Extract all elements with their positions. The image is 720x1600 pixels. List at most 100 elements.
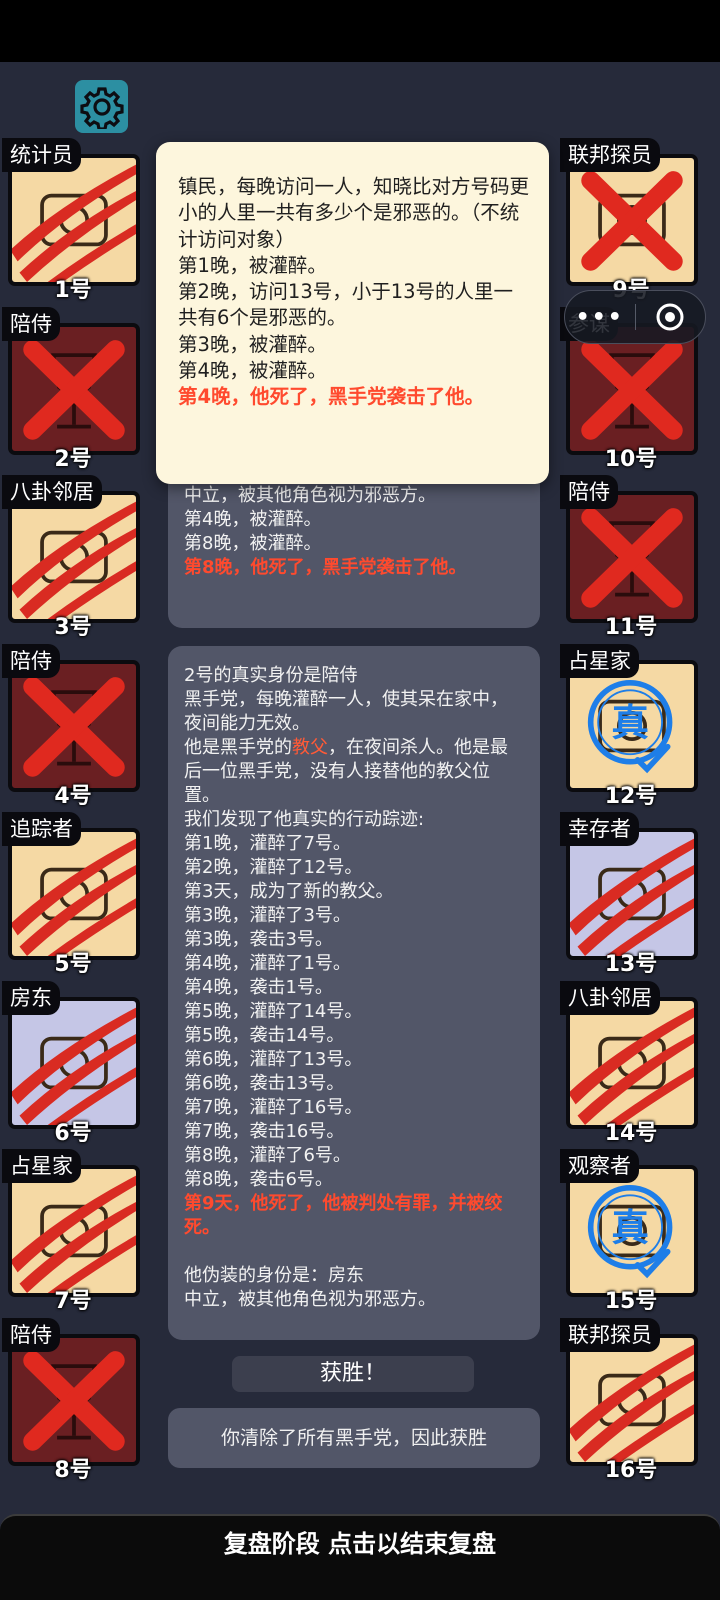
popup-line: 第1晚，被灌醉。 [178, 253, 327, 277]
slash-marks [12, 1175, 136, 1293]
status-bar [0, 0, 720, 62]
action-item: 第7晚，灌醉了16号。 [184, 1097, 363, 1118]
svg-text:真: 真 [611, 1205, 649, 1249]
end-review-button[interactable]: 复盘阶段 点击以结束复盘 [0, 1514, 720, 1600]
cross-mark [581, 508, 683, 608]
victory-button[interactable]: 获胜！ [232, 1356, 474, 1392]
disguise-desc-text: 中立，被其他角色视为邪恶方。 [184, 1289, 436, 1310]
player-role-label: 房东 [2, 981, 60, 1015]
popup-line: 第4晚，被灌醉。 [178, 359, 327, 383]
action-item: 第5晚，袭击14号。 [184, 1025, 345, 1046]
action-item: 第3晚，袭击3号。 [184, 929, 333, 950]
svg-text:真: 真 [611, 700, 649, 744]
slash-marks [570, 838, 694, 956]
player-number: 16号 [604, 1458, 658, 1483]
player-portrait [566, 491, 698, 623]
player-card[interactable]: 陪侍 11号 [560, 475, 702, 641]
slash-marks [12, 164, 136, 282]
player-number: 7号 [54, 1289, 92, 1314]
action-list: 第1晚，灌醉了7号。 第2晚，灌醉了12号。第3天，成为了新的教父。 第3晚，灌醉了… [184, 832, 524, 1192]
action-item: 第5晚，灌醉了14号。 [184, 1001, 363, 1022]
found-trace-text: 我们发现了他真实的行动踪迹: [184, 809, 425, 830]
player-role-label: 陪侍 [2, 1318, 60, 1352]
slash-marks [570, 1007, 694, 1125]
action-item: 第6晚，灌醉了13号。 [184, 1049, 363, 1070]
player-role-label: 陪侍 [2, 644, 60, 678]
player-number: 11号 [604, 615, 658, 640]
player-card[interactable]: 房东 6号 [2, 981, 144, 1147]
player-card[interactable]: 八卦邻居 14号 [560, 981, 702, 1147]
player-number: 6号 [54, 1121, 92, 1146]
death-text: 第9天，他死了，他被判处有罪，并被绞死。 [184, 1193, 503, 1238]
gear-icon [79, 86, 124, 129]
player-portrait [566, 1334, 698, 1466]
player-card[interactable]: 联邦探员 16号 [560, 1318, 702, 1484]
player-number: 5号 [54, 952, 92, 977]
victory-message: 你清除了所有黑手党，因此获胜 [168, 1408, 540, 1468]
player-portrait [8, 323, 140, 455]
player-detail-popup[interactable]: 镇民，每晚访问一人，知晓比对方号码更小的人里一共有多少个是邪恶的。（不统计访问对… [156, 142, 549, 484]
player-role-label: 联邦探员 [560, 138, 660, 172]
action-item: 第7晚，袭击16号。 [184, 1121, 345, 1142]
player-portrait [8, 154, 140, 286]
player-role-label: 陪侍 [2, 307, 60, 341]
player-number: 15号 [604, 1289, 658, 1314]
panel1-line: 第8晚，他死了，黑手党袭击了他。 [184, 557, 467, 578]
action-item: 第4晚，灌醉了1号。 [184, 953, 351, 974]
cross-mark [581, 171, 683, 271]
player-card[interactable]: 统计员 1号 [2, 138, 144, 304]
action-item: 第1晚，灌醉了7号。 [184, 833, 351, 854]
target-icon [656, 303, 684, 331]
player-card[interactable]: 占星家 7号 [2, 1149, 144, 1315]
true-stamp-icon: 真 [587, 1184, 673, 1279]
panel1-line: 第8晚，被灌醉。 [184, 533, 322, 554]
player-card[interactable]: 真 观察者 15号 [560, 1149, 702, 1315]
popup-line: 第2晚，访问13号，小于13号的人里一共有6个是邪恶的。 [178, 280, 514, 330]
player-card[interactable]: 陪侍 8号 [2, 1318, 144, 1484]
action-item: 第2晚，灌醉了12号。 [184, 857, 363, 878]
true-stamp-icon: 真 [587, 679, 673, 774]
close-mini-program-button[interactable] [636, 302, 706, 332]
player-number: 2号 [54, 447, 92, 472]
panel1-line: 中立，被其他角色视为邪恶方。 [184, 485, 436, 506]
player-card[interactable]: 追踪者 5号 [2, 812, 144, 978]
player-card[interactable]: 真 占星家 12号 [560, 644, 702, 810]
player-role-label: 幸存者 [560, 812, 639, 846]
player-number: 13号 [604, 952, 658, 977]
player-portrait [8, 1334, 140, 1466]
player-card[interactable]: 幸存者 13号 [560, 812, 702, 978]
cross-mark [23, 1351, 125, 1451]
popup-line: 第4晚，他死了，黑手党袭击了他。 [178, 385, 485, 409]
slash-marks [570, 1344, 694, 1462]
player-role-label: 追踪者 [2, 812, 81, 846]
player-card[interactable]: 联邦探员9号 [560, 138, 702, 304]
role-desc-text: 黑手党，每晚灌醉一人，使其呆在家中，夜间能力无效。 [184, 689, 508, 734]
player-portrait: 真 [566, 1165, 698, 1297]
cross-mark [581, 340, 683, 440]
player-card[interactable]: 陪侍 4号 [2, 644, 144, 810]
player-card[interactable]: 八卦邻居 3号 [2, 475, 144, 641]
godfather-highlight: 教父 [292, 737, 328, 758]
player-number: 3号 [54, 615, 92, 640]
popup-lines: 镇民，每晚访问一人，知晓比对方号码更小的人里一共有多少个是邪恶的。（不统计访问对… [178, 174, 529, 411]
true-identity-text: 2号的真实身份是陪侍 [184, 665, 358, 686]
player-role-label: 观察者 [560, 1149, 639, 1183]
popup-line: 第3晚，被灌醉。 [178, 332, 327, 356]
action-item: 第4晚，袭击1号。 [184, 977, 333, 998]
action-item: 第3天，成为了新的教父。 [184, 881, 394, 902]
player-portrait [8, 660, 140, 792]
player-role-label: 陪侍 [560, 475, 618, 509]
action-item: 第3晚，灌醉了3号。 [184, 905, 351, 926]
player-number: 8号 [54, 1458, 92, 1483]
action-item: 第8晚，灌醉了6号。 [184, 1145, 351, 1166]
slash-marks [12, 501, 136, 619]
player-card[interactable]: 陪侍 2号 [2, 307, 144, 473]
player-role-label: 占星家 [2, 1149, 81, 1183]
more-menu-button[interactable]: ••• [565, 305, 635, 330]
settings-button[interactable] [75, 80, 128, 133]
player-role-label: 八卦邻居 [560, 981, 660, 1015]
cross-mark [23, 677, 125, 777]
disguise-text: 他伪装的身份是：房东 [184, 1265, 364, 1286]
player-portrait [8, 828, 140, 960]
